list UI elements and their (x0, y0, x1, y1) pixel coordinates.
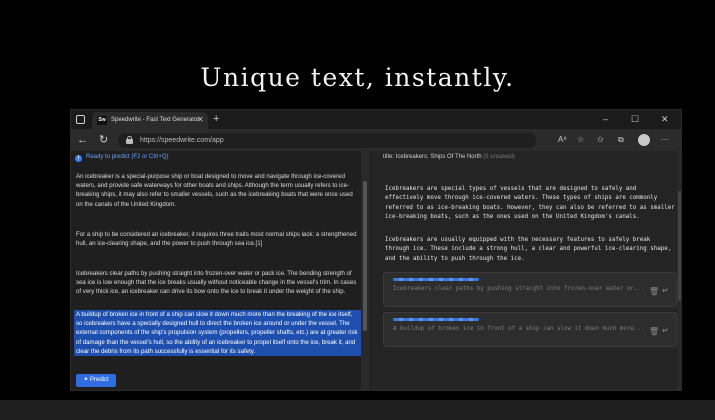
unsaved-count: (5 unsaved) (483, 154, 515, 160)
accept-icon[interactable]: ↵ (662, 326, 669, 336)
maximize-icon[interactable]: ☐ (631, 112, 639, 126)
output-paragraph[interactable]: Icebreakers are special types of vessels… (385, 185, 677, 223)
favorite-icon[interactable]: ☆ (577, 134, 584, 146)
lock-icon (126, 136, 133, 144)
suggestion-text: Icebreakers clear paths by pushing strai… (393, 286, 645, 292)
profile-avatar[interactable] (638, 134, 650, 146)
editor-scrollbar[interactable] (361, 151, 369, 390)
reload-icon[interactable]: ↻ (99, 133, 108, 147)
output-panel: title: Icebreakers: Ships Of The North (… (369, 151, 681, 390)
favicon-icon: Sw (97, 116, 107, 125)
headline: Unique text, instantly. (200, 63, 515, 92)
tab-title: Speedwrite - Fast Text Generator (111, 117, 200, 123)
editor-paragraph[interactable]: An icebreaker is a special-purpose ship … (76, 172, 360, 209)
info-icon: i (75, 155, 82, 162)
minimize-icon[interactable]: – (603, 112, 608, 126)
title-value: Icebreakers: Ships Of The North (395, 154, 482, 160)
editor-paragraph[interactable]: Icebreakers clear paths by pushing strai… (76, 269, 360, 297)
editor-scroll-thumb[interactable] (363, 181, 367, 331)
footer-strip (0, 400, 715, 420)
editor-paragraph[interactable]: For a ship to be considered an icebreake… (76, 230, 360, 248)
close-window-icon[interactable]: ✕ (661, 112, 669, 126)
suggestion-card[interactable]: Icebreakers clear paths by pushing strai… (383, 272, 677, 307)
trash-icon[interactable]: 🗑 (649, 327, 659, 337)
new-tab-icon[interactable]: + (213, 112, 219, 126)
progress-bar (393, 318, 479, 321)
input-editor[interactable]: i Ready to predict (F2 or Ctrl+Q) An iceb… (71, 151, 361, 390)
accept-icon[interactable]: ↵ (662, 286, 669, 296)
output-paragraph[interactable]: Icebreakers are usually equipped with th… (385, 236, 677, 264)
suggestion-text: A buildup of broken ice in front of a sh… (393, 326, 645, 332)
tab-actions-icon[interactable] (76, 115, 85, 124)
status-text: Ready to predict (F2 or Ctrl+Q) (86, 154, 169, 160)
status-line: i Ready to predict (F2 or Ctrl+Q) (75, 151, 169, 163)
title-bar: Sw Speedwrite - Fast Text Generator ✕ + … (71, 110, 681, 129)
trash-icon[interactable]: 🗑 (649, 287, 659, 297)
document-title[interactable]: title: Icebreakers: Ships Of The North (… (383, 151, 515, 163)
url-field[interactable]: https://speedwrite.com/app (118, 133, 536, 148)
output-scrollbar[interactable] (677, 151, 681, 390)
selected-paragraph[interactable]: A buildup of broken ice in front of a sh… (74, 310, 361, 357)
more-icon[interactable]: ··· (661, 134, 669, 146)
url-text: https://speedwrite.com/app (140, 137, 224, 144)
browser-window: Sw Speedwrite - Fast Text Generator ✕ + … (70, 109, 682, 391)
suggestion-card[interactable]: A buildup of broken ice in front of a sh… (383, 312, 677, 347)
read-aloud-icon[interactable]: A⁹ (558, 134, 567, 146)
collections-icon[interactable]: ⧉ (618, 134, 624, 146)
back-icon[interactable]: ← (77, 133, 88, 147)
tab-close-icon[interactable]: ✕ (197, 114, 204, 126)
browser-tab[interactable]: Sw Speedwrite - Fast Text Generator ✕ (92, 112, 208, 129)
output-scroll-thumb[interactable] (678, 191, 681, 301)
progress-bar (393, 278, 479, 281)
favorites-bar-icon[interactable]: ✩ (597, 134, 604, 146)
title-label: title: (383, 154, 395, 160)
address-bar: ← ↻ https://speedwrite.com/app A⁹ ☆ ✩ ⧉ … (71, 129, 681, 151)
predict-button[interactable]: ✦ Predict (76, 374, 116, 387)
